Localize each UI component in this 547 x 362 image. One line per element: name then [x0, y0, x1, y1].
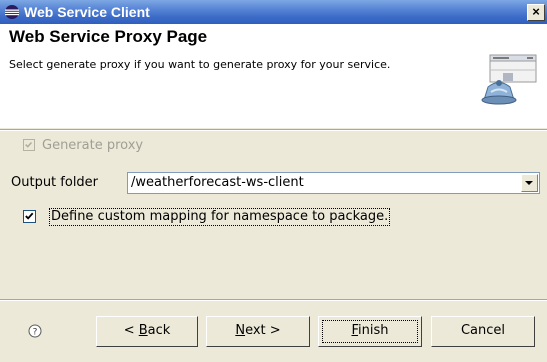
eclipse-icon: [5, 5, 19, 19]
wizard-header: Web Service Proxy Page Select generate p…: [0, 24, 547, 128]
custom-mapping-checkbox[interactable]: [23, 210, 36, 223]
web-service-client-dialog: Web Service Client × Web Service Proxy P…: [0, 0, 547, 362]
chevron-down-icon: [525, 181, 533, 185]
finish-button[interactable]: Finish: [318, 316, 422, 347]
web-service-wizard-icon: [481, 54, 537, 105]
output-folder-value[interactable]: /weatherforecast-ws-client: [131, 175, 304, 191]
check-icon: [25, 212, 34, 220]
output-folder-label: Output folder: [11, 175, 99, 190]
title-bar[interactable]: Web Service Client ×: [0, 0, 547, 24]
custom-mapping-label[interactable]: Define custom mapping for namespace to p…: [49, 208, 391, 226]
back-button[interactable]: < Back: [96, 316, 198, 347]
page-title: Web Service Proxy Page: [9, 27, 208, 46]
generate-proxy-checkbox[interactable]: [23, 139, 35, 151]
window-title: Web Service Client: [24, 4, 150, 20]
generate-proxy-label: Generate proxy: [42, 138, 144, 153]
close-button[interactable]: ×: [527, 4, 545, 21]
close-icon: ×: [532, 4, 540, 19]
dropdown-button[interactable]: [521, 174, 538, 192]
check-icon: [25, 141, 33, 148]
question-mark-icon[interactable]: ?: [28, 324, 42, 338]
next-button[interactable]: Next >: [206, 316, 310, 347]
output-folder-combo[interactable]: /weatherforecast-ws-client: [127, 172, 540, 194]
page-description: Select generate proxy if you want to gen…: [9, 58, 391, 71]
cancel-button[interactable]: Cancel: [431, 316, 535, 347]
svg-text:?: ?: [33, 328, 38, 338]
